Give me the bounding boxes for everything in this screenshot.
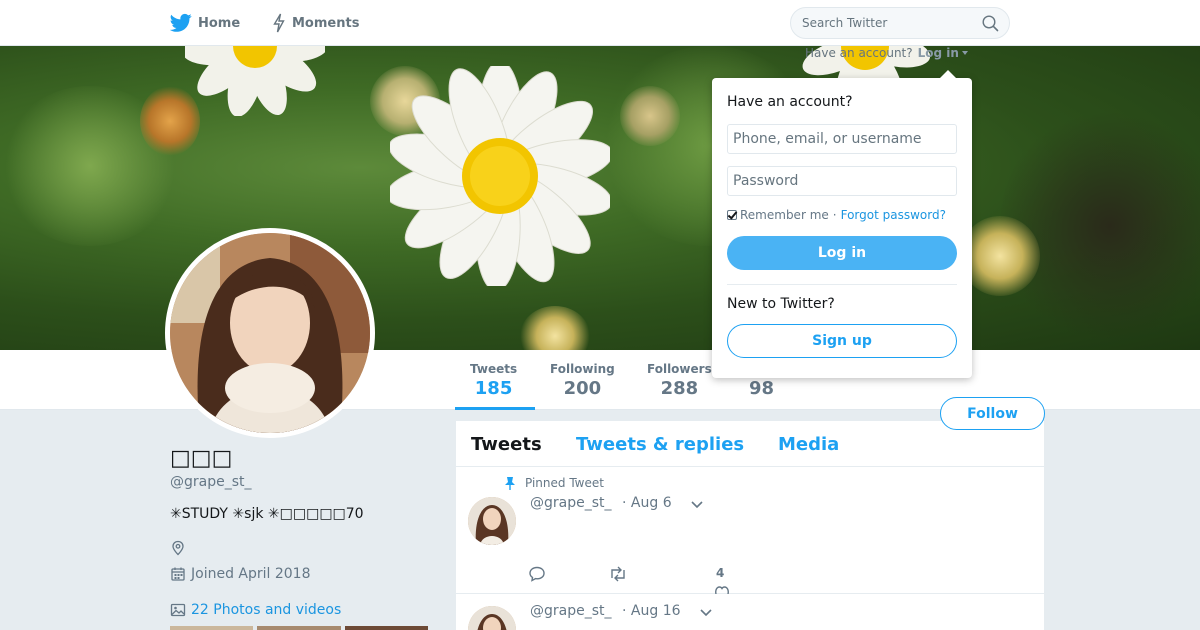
profile-location bbox=[170, 540, 191, 556]
separator-dot: · bbox=[832, 208, 837, 222]
timeline: Tweets Tweets & replies Media Pinned Twe… bbox=[456, 421, 1044, 630]
top-navigation: Home Moments bbox=[0, 0, 1200, 46]
photos-link[interactable]: 22 Photos and videos bbox=[191, 602, 341, 618]
tweet-pinned[interactable]: Pinned Tweet @grape_st_ · Aug 6 4 bbox=[456, 468, 1044, 594]
profile-handle[interactable]: @grape_st_ bbox=[170, 474, 252, 490]
tab-tweets-replies[interactable]: Tweets & replies bbox=[576, 434, 744, 455]
profile-joined-text: Joined April 2018 bbox=[191, 566, 311, 582]
chevron-down-icon[interactable] bbox=[699, 608, 713, 618]
search-box bbox=[790, 7, 1010, 39]
tweet-avatar-photo bbox=[468, 497, 516, 545]
profile-name[interactable]: □□□ bbox=[170, 446, 232, 471]
tweet-avatar[interactable] bbox=[468, 497, 516, 545]
search-input[interactable] bbox=[802, 8, 972, 38]
photo-thumbnail[interactable] bbox=[344, 626, 428, 630]
nav-moments-label: Moments bbox=[292, 15, 360, 31]
new-to-twitter-text: New to Twitter? bbox=[727, 296, 835, 312]
avatar-photo bbox=[170, 233, 370, 433]
photo-thumbnail[interactable] bbox=[170, 626, 254, 630]
retweet-icon bbox=[611, 566, 625, 582]
tweet-avatar-photo bbox=[468, 606, 516, 630]
nav-home-label: Home bbox=[198, 15, 241, 31]
photo-icon bbox=[170, 603, 186, 617]
photo-thumbnail[interactable] bbox=[257, 626, 341, 630]
reply-icon bbox=[529, 566, 545, 582]
divider bbox=[727, 284, 957, 285]
search-icon[interactable] bbox=[982, 15, 999, 32]
tweet-date[interactable]: · Aug 6 bbox=[622, 495, 672, 511]
stat-label: Following bbox=[550, 362, 615, 376]
tab-media[interactable]: Media bbox=[778, 434, 839, 455]
login-bar-prompt: Have an account? bbox=[805, 46, 913, 60]
daisy-photo-main bbox=[390, 66, 610, 286]
stat-followers[interactable]: Followers 288 bbox=[647, 362, 712, 399]
stat-value: 288 bbox=[660, 378, 699, 399]
login-dropdown: Have an account? Remember me · Forgot pa… bbox=[712, 70, 972, 378]
retweet-action[interactable] bbox=[608, 566, 628, 582]
avatar[interactable] bbox=[165, 228, 375, 438]
profile-photos[interactable]: 22 Photos and videos bbox=[170, 602, 341, 618]
forgot-password-link[interactable]: Forgot password? bbox=[841, 208, 946, 222]
caret-down-icon bbox=[961, 51, 968, 55]
remember-label[interactable]: Remember me bbox=[740, 208, 829, 222]
tweet-handle[interactable]: @grape_st_ bbox=[530, 603, 612, 619]
login-toggle[interactable]: Log in bbox=[918, 46, 959, 60]
login-bar: Have an account? Log in bbox=[805, 46, 968, 60]
tweet-avatar[interactable] bbox=[468, 606, 516, 630]
tweet-handle[interactable]: @grape_st_ bbox=[530, 495, 612, 511]
tab-tweets[interactable]: Tweets bbox=[471, 434, 542, 455]
username-field[interactable] bbox=[727, 124, 957, 154]
daisy-photo-top-left bbox=[185, 46, 325, 116]
stat-value: 200 bbox=[563, 378, 602, 399]
pin-icon bbox=[505, 477, 515, 490]
reply-action[interactable] bbox=[528, 566, 546, 582]
remember-row: Remember me · Forgot password? bbox=[727, 208, 946, 222]
pinned-label: Pinned Tweet bbox=[504, 476, 604, 490]
stat-following[interactable]: Following 200 bbox=[550, 362, 615, 399]
like-count: 4 bbox=[716, 566, 725, 580]
twitter-bird-icon bbox=[170, 13, 192, 32]
password-field[interactable] bbox=[727, 166, 957, 196]
stat-label: Followers bbox=[647, 362, 712, 376]
nav-moments[interactable]: Moments bbox=[272, 0, 359, 46]
signup-button[interactable]: Sign up bbox=[727, 324, 957, 358]
profile-joined: Joined April 2018 bbox=[170, 566, 311, 582]
stat-value: 185 bbox=[474, 378, 513, 399]
pinned-text: Pinned Tweet bbox=[525, 476, 604, 490]
profile-bio: ✳︎STUDY ✳︎sjk ✳︎□□□□□70 bbox=[170, 506, 364, 522]
like-icon bbox=[715, 586, 729, 594]
login-dropdown-title: Have an account? bbox=[727, 94, 853, 110]
tweet[interactable]: @grape_st_ · Aug 16 bbox=[456, 594, 1044, 630]
chevron-down-icon[interactable] bbox=[690, 500, 704, 510]
calendar-icon bbox=[171, 567, 185, 581]
remember-checkbox[interactable] bbox=[727, 210, 737, 220]
location-icon bbox=[172, 540, 184, 556]
follow-button[interactable]: Follow bbox=[940, 397, 1045, 430]
nav-home[interactable]: Home bbox=[170, 0, 240, 46]
login-button[interactable]: Log in bbox=[727, 236, 957, 270]
stat-tweets[interactable]: Tweets 185 bbox=[470, 362, 517, 399]
bolt-icon bbox=[273, 13, 285, 33]
stat-label: Tweets bbox=[470, 362, 518, 376]
photo-thumbnails[interactable] bbox=[170, 626, 428, 630]
active-stat-underline bbox=[455, 407, 535, 410]
tweet-date[interactable]: · Aug 16 bbox=[622, 603, 681, 619]
stat-value: 98 bbox=[749, 378, 775, 399]
